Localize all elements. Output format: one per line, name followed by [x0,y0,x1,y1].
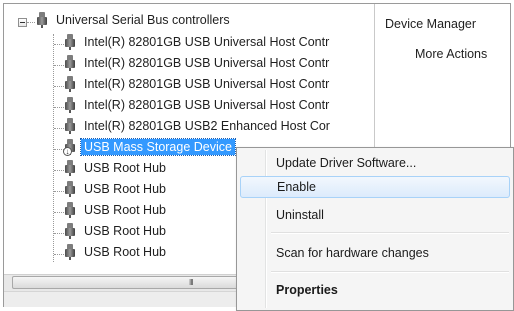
usb-plug-icon [64,34,76,50]
tree-item-device[interactable]: USB Root Hub [64,158,166,178]
tree-connector [27,22,35,23]
actions-title[interactable]: Device Manager [385,17,476,31]
tree-item-device[interactable]: USB Root Hub [64,179,166,199]
menu-item-label: Scan for hardware changes [276,246,429,260]
menu-item-enable[interactable]: Enable [240,176,510,198]
tree-item-device[interactable]: USB Root Hub [64,221,166,241]
tree-item-device[interactable]: Intel(R) 82801GB USB Universal Host Cont… [64,32,329,52]
tree-connector [53,34,54,262]
usb-plug-icon [64,223,76,239]
tree-connector [54,44,64,45]
tree-item-usb-mass-storage[interactable]: ↓ USB Mass Storage Device [63,137,236,157]
tree-item-label: Intel(R) 82801GB USB Universal Host Cont… [84,35,330,49]
usb-plug-icon [64,202,76,218]
menu-item-scan-hardware[interactable]: Scan for hardware changes [240,242,510,264]
usb-plug-icon [64,181,76,197]
tree-item-device[interactable]: USB Root Hub [64,200,166,220]
menu-item-label: Update Driver Software... [276,156,417,170]
menu-item-properties[interactable]: Properties [240,279,510,301]
tree-item-label: USB Root Hub [84,245,166,259]
tree-category-usb-controllers[interactable]: Universal Serial Bus controllers [36,10,230,30]
usb-plug-icon [64,160,76,176]
tree-connector [54,233,64,234]
menu-item-uninstall[interactable]: Uninstall [240,204,510,226]
menu-item-update-driver[interactable]: Update Driver Software... [240,152,510,174]
menu-item-label: Properties [276,283,338,297]
tree-connector [54,107,64,108]
tree-connector [54,254,64,255]
tree-item-label: USB Root Hub [84,203,166,217]
tree-item-label: Intel(R) 82801GB USB Universal Host Cont… [84,98,330,112]
more-actions-link[interactable]: More Actions [415,47,487,61]
tree-connector [54,191,64,192]
tree-category-label: Universal Serial Bus controllers [56,13,230,27]
tree-item-label: Intel(R) 82801GB USB Universal Host Cont… [84,56,330,70]
collapse-minus-icon[interactable] [18,18,27,27]
tree-item-label: USB Root Hub [84,224,166,238]
disabled-down-arrow-icon: ↓ [63,147,72,156]
menu-item-label: Uninstall [276,208,324,222]
usb-plug-icon [64,55,76,71]
tree-item-label: Intel(R) 82801GB USB Universal Host Cont… [84,77,330,91]
menu-separator [271,232,509,234]
menu-item-label: Enable [277,180,316,194]
tree-connector [54,212,64,213]
usb-plug-icon [64,97,76,113]
tree-item-device[interactable]: Intel(R) 82801GB USB Universal Host Cont… [64,74,329,94]
tree-item-label: USB Root Hub [84,182,166,196]
context-menu: Update Driver Software... Enable Uninsta… [236,147,514,311]
tree-connector [54,65,64,66]
tree-item-label: USB Mass Storage Device [80,138,236,156]
tree-item-device[interactable]: USB Root Hub [64,242,166,262]
tree-item-device[interactable]: Intel(R) 82801GB USB Universal Host Cont… [64,53,329,73]
tree-connector [54,86,64,87]
usb-plug-icon [64,244,76,260]
tree-item-device[interactable]: Intel(R) 82801GB USB2 Enhanced Host Cor [64,116,330,136]
tree-item-label: USB Root Hub [84,161,166,175]
tree-item-device[interactable]: Intel(R) 82801GB USB Universal Host Cont… [64,95,329,115]
menu-separator [271,271,509,273]
tree-item-label: Intel(R) 82801GB USB2 Enhanced Host Cor [84,119,330,133]
tree-connector [54,128,64,129]
usb-plug-icon [36,12,48,28]
usb-plug-icon: ↓ [63,139,76,156]
usb-plug-icon [64,118,76,134]
usb-plug-icon [64,76,76,92]
scrollbar-grip-icon: III [189,278,194,287]
tree-connector [54,170,64,171]
